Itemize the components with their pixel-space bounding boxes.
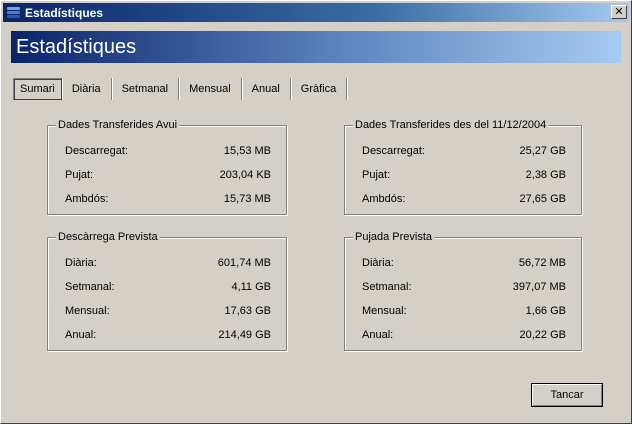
close-icon[interactable]: ✕: [611, 5, 627, 19]
window-title: Estadístiques: [25, 5, 104, 20]
group-title: Descàrrega Prevista: [56, 231, 160, 243]
tab-sumari[interactable]: Sumari: [13, 78, 63, 100]
close-button[interactable]: Tancar: [531, 383, 603, 407]
stat-value: 17,63 GB: [224, 305, 271, 317]
stat-value: 4,11 GB: [231, 281, 271, 293]
group-transferred-since: Dades Transferides des del 11/12/2004 De…: [344, 119, 582, 215]
group-download-forecast: Descàrrega Prevista Diària: 601,74 MB Se…: [47, 231, 287, 351]
stat-value: 2,38 GB: [525, 169, 566, 181]
stat-value: 56,72 MB: [518, 257, 566, 269]
stat-label: Pujat:: [362, 169, 391, 181]
page-title: Estadístiques: [16, 35, 137, 58]
stat-value: 1,66 GB: [525, 305, 566, 317]
stat-value: 15,73 MB: [223, 193, 271, 205]
stat-value: 25,27 GB: [519, 145, 566, 157]
stat-label: Mensual:: [362, 305, 407, 317]
stat-label: Setmanal:: [65, 281, 115, 293]
stat-row: Descarregat: 25,27 GB: [362, 145, 566, 159]
stat-value: 601,74 MB: [217, 257, 271, 269]
stat-value: 15,53 MB: [223, 145, 271, 157]
stat-label: Ambdós:: [362, 193, 406, 205]
group-title: Dades Transferides des del 11/12/2004: [353, 119, 549, 131]
stat-label: Setmanal:: [362, 281, 412, 293]
stacked-bars-icon: [6, 5, 22, 21]
stat-label: Ambdós:: [65, 193, 109, 205]
tab-mensual[interactable]: Mensual: [179, 78, 243, 100]
stat-row: Diària: 56,72 MB: [362, 257, 566, 271]
tab-anual[interactable]: Anual: [242, 78, 292, 100]
stat-row: Diària: 601,74 MB: [65, 257, 271, 271]
stat-label: Anual:: [362, 329, 394, 341]
stat-value: 20,22 GB: [519, 329, 566, 341]
header-banner: Estadístiques: [11, 31, 621, 63]
stat-row: Setmanal: 397,07 MB: [362, 281, 566, 295]
stat-row: Mensual: 1,66 GB: [362, 305, 566, 319]
stat-label: Diària:: [362, 257, 394, 269]
group-transferred-today: Dades Transferides Avui Descarregat: 15,…: [47, 119, 287, 215]
group-title: Dades Transferides Avui: [56, 119, 180, 131]
stat-label: Anual:: [65, 329, 97, 341]
tab-setmanal[interactable]: Setmanal: [112, 78, 181, 100]
stat-row: Descarregat: 15,53 MB: [65, 145, 271, 159]
stat-label: Descarregat:: [362, 145, 425, 157]
tab-diaria[interactable]: Diària: [62, 78, 113, 100]
stat-label: Mensual:: [65, 305, 110, 317]
stat-label: Pujat:: [65, 169, 94, 181]
statistics-dialog: Estadístiques ✕ Estadístiques Sumari Dià…: [0, 0, 632, 424]
stat-row: Pujat: 2,38 GB: [362, 169, 566, 183]
stat-value: 27,65 GB: [519, 193, 566, 205]
tab-bar: Sumari Diària Setmanal Mensual Anual Grà…: [13, 78, 349, 100]
title-bar[interactable]: Estadístiques ✕: [3, 3, 629, 22]
stat-row: Anual: 214,49 GB: [65, 329, 271, 343]
stat-row: Setmanal: 4,11 GB: [65, 281, 271, 295]
tab-grafica[interactable]: Gràfica: [291, 78, 349, 100]
stat-value: 397,07 MB: [512, 281, 566, 293]
stat-row: Anual: 20,22 GB: [362, 329, 566, 343]
stat-label: Diària:: [65, 257, 97, 269]
stat-value: 214,49 GB: [218, 329, 271, 341]
stat-value: 203,04 KB: [219, 169, 271, 181]
stat-row: Ambdós: 15,73 MB: [65, 193, 271, 207]
group-upload-forecast: Pujada Prevista Diària: 56,72 MB Setmana…: [344, 231, 582, 351]
stat-row: Ambdós: 27,65 GB: [362, 193, 566, 207]
stat-row: Pujat: 203,04 KB: [65, 169, 271, 183]
stat-label: Descarregat:: [65, 145, 128, 157]
group-title: Pujada Prevista: [353, 231, 435, 243]
stat-row: Mensual: 17,63 GB: [65, 305, 271, 319]
